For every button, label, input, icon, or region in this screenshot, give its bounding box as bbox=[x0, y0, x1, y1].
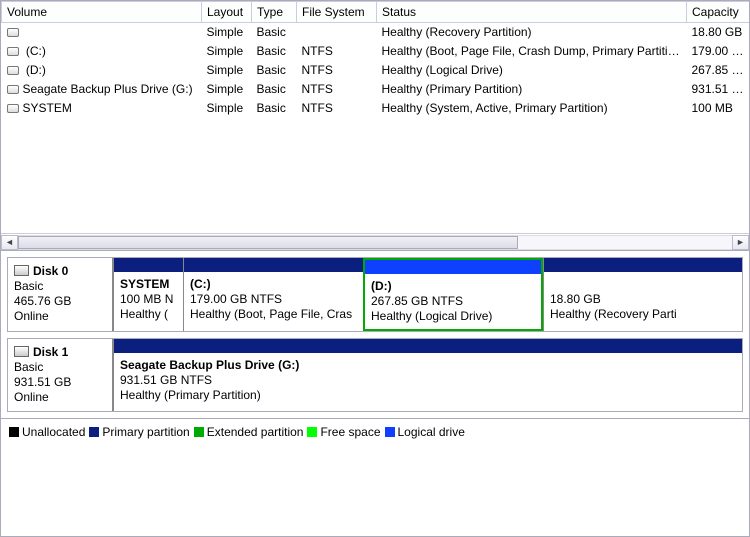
disk-label: Disk 0 bbox=[33, 264, 68, 278]
disk-1-block[interactable]: Disk 1 Basic 931.51 GB Online Seagate Ba… bbox=[7, 338, 743, 412]
volume-icon bbox=[7, 28, 19, 37]
col-layout[interactable]: Layout bbox=[202, 2, 252, 23]
table-row[interactable]: SYSTEMSimpleBasicNTFSHealthy (System, Ac… bbox=[2, 99, 750, 118]
scroll-left-button[interactable]: ◄ bbox=[1, 235, 18, 250]
table-row[interactable]: (D:)SimpleBasicNTFSHealthy (Logical Driv… bbox=[2, 61, 750, 80]
col-capacity[interactable]: Capacity bbox=[687, 2, 750, 23]
swatch-logical bbox=[385, 427, 395, 437]
scroll-thumb[interactable] bbox=[18, 236, 518, 249]
partition-system[interactable]: SYSTEM100 MB NHealthy ( bbox=[113, 258, 183, 331]
col-volume[interactable]: Volume bbox=[2, 2, 202, 23]
partition-d[interactable]: (D:)267.85 GB NTFSHealthy (Logical Drive… bbox=[363, 258, 543, 331]
disk-type: Basic bbox=[14, 279, 106, 294]
disk-icon bbox=[14, 346, 29, 357]
volume-icon bbox=[7, 104, 19, 113]
disk-label: Disk 1 bbox=[33, 345, 68, 359]
disk-state: Online bbox=[14, 309, 106, 324]
partition-g[interactable]: Seagate Backup Plus Drive (G:)931.51 GB … bbox=[113, 339, 742, 411]
disk-size: 465.76 GB bbox=[14, 294, 106, 309]
col-type[interactable]: Type bbox=[252, 2, 297, 23]
swatch-freespace bbox=[307, 427, 317, 437]
swatch-unallocated bbox=[9, 427, 19, 437]
partition-c[interactable]: (C:)179.00 GB NTFSHealthy (Boot, Page Fi… bbox=[183, 258, 363, 331]
volume-icon bbox=[7, 85, 19, 94]
volume-icon bbox=[7, 66, 19, 75]
swatch-extended bbox=[194, 427, 204, 437]
col-fs[interactable]: File System bbox=[297, 2, 377, 23]
scroll-right-button[interactable]: ► bbox=[732, 235, 749, 250]
swatch-primary bbox=[89, 427, 99, 437]
horizontal-scrollbar[interactable]: ◄ ► bbox=[1, 233, 749, 250]
table-row[interactable]: (C:)SimpleBasicNTFSHealthy (Boot, Page F… bbox=[2, 42, 750, 61]
disk-state: Online bbox=[14, 390, 106, 405]
disk-size: 931.51 GB bbox=[14, 375, 106, 390]
disk-type: Basic bbox=[14, 360, 106, 375]
partition-recovery[interactable]: 18.80 GBHealthy (Recovery Parti bbox=[543, 258, 742, 331]
volume-icon bbox=[7, 47, 19, 56]
volume-table[interactable]: Volume Layout Type File System Status Ca… bbox=[1, 1, 749, 117]
table-row[interactable]: Seagate Backup Plus Drive (G:)SimpleBasi… bbox=[2, 80, 750, 99]
col-status[interactable]: Status bbox=[377, 2, 687, 23]
table-row[interactable]: SimpleBasicHealthy (Recovery Partition)1… bbox=[2, 23, 750, 42]
disk-icon bbox=[14, 265, 29, 276]
disk-0-block[interactable]: Disk 0 Basic 465.76 GB Online SYSTEM100 … bbox=[7, 257, 743, 332]
legend: Unallocated Primary partition Extended p… bbox=[1, 418, 749, 445]
